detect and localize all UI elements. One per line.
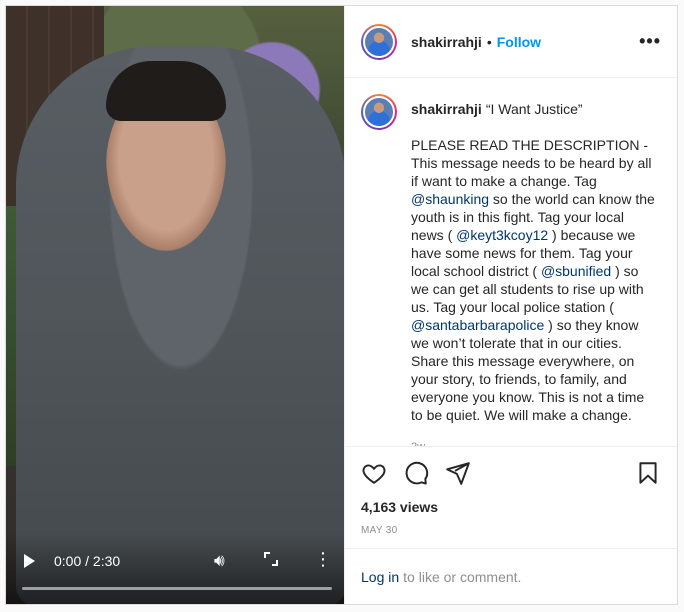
caption-age: 2w	[411, 438, 655, 446]
login-link[interactable]: Log in	[361, 569, 399, 585]
share-icon[interactable]	[445, 460, 471, 486]
header-separator: •	[486, 33, 492, 50]
comments-section[interactable]: shakirrahji “I Want Justice” PLEASE READ …	[345, 78, 677, 446]
mention-link[interactable]: @shaunking	[411, 191, 489, 207]
mention-link[interactable]: @sbunified	[541, 263, 611, 279]
caption-text: PLEASE READ THE DESCRIPTION - This messa…	[411, 136, 655, 424]
login-prompt: Log in to like or comment.	[345, 548, 677, 604]
avatar[interactable]	[361, 23, 397, 60]
fullscreen-icon[interactable]	[264, 552, 278, 566]
heart-icon[interactable]	[361, 460, 387, 486]
caption-title: “I Want Justice”	[485, 101, 583, 117]
caption-username[interactable]: shakirrahji	[411, 101, 482, 117]
login-suffix: to like or comment.	[403, 568, 522, 585]
post-date[interactable]: MAY 30	[361, 525, 661, 536]
mention-link[interactable]: @santabarbarapolice	[411, 317, 544, 333]
header-username[interactable]: shakirrahji	[411, 34, 482, 50]
play-icon[interactable]	[24, 554, 35, 568]
video-progress-bar[interactable]	[22, 587, 332, 590]
post-sidebar: shakirrahji • Follow ••• shakirrahji “I W…	[344, 6, 677, 604]
video-player[interactable]: 0:00 / 2:30 🔊︎ ⋮	[6, 6, 344, 604]
post-dialog: 0:00 / 2:30 🔊︎ ⋮ shakirrahji • Follow ••…	[5, 5, 678, 605]
caption: shakirrahji “I Want Justice” PLEASE READ …	[361, 94, 661, 446]
more-options-icon[interactable]: •••	[639, 31, 661, 52]
video-controls: 0:00 / 2:30 🔊︎ ⋮	[6, 534, 344, 604]
view-count[interactable]: 4,163 views	[361, 499, 661, 515]
comment-icon[interactable]	[403, 460, 429, 486]
post-header: shakirrahji • Follow •••	[345, 6, 677, 78]
follow-button[interactable]: Follow	[497, 34, 541, 50]
action-bar: 4,163 views MAY 30	[345, 446, 677, 548]
bookmark-icon[interactable]	[635, 460, 661, 486]
mention-link[interactable]: @keyt3kcoy12	[456, 227, 548, 243]
caption-text-segment: PLEASE READ THE DESCRIPTION - This messa…	[411, 137, 652, 189]
more-vertical-icon[interactable]: ⋮	[314, 550, 332, 568]
video-time: 0:00 / 2:30	[54, 553, 121, 569]
person-hair	[106, 61, 226, 121]
caption-avatar[interactable]	[361, 94, 397, 130]
volume-icon[interactable]: 🔊︎	[214, 552, 225, 569]
